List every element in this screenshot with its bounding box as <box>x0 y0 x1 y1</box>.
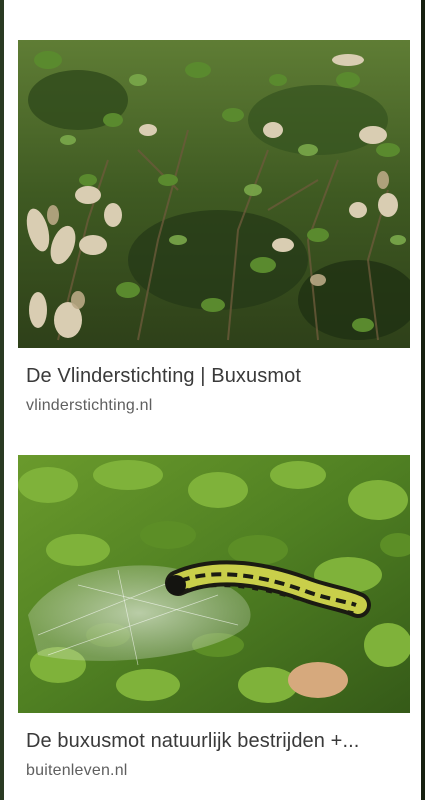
right-edge <box>421 0 425 800</box>
result-title[interactable]: De Vlinderstichting | Buxusmot <box>26 364 406 388</box>
caterpillar-image[interactable] <box>18 455 410 713</box>
image-results-page: De Vlinderstichting | Buxusmot vlinderst… <box>0 0 425 800</box>
damaged-boxwood-image[interactable] <box>18 40 410 348</box>
caterpillar-illustration <box>18 455 410 713</box>
result-title[interactable]: De buxusmot natuurlijk bestrijden +... <box>26 729 406 753</box>
result-source[interactable]: buitenleven.nl <box>26 761 410 781</box>
result-card-vlinderstichting[interactable]: De Vlinderstichting | Buxusmot vlinderst… <box>18 40 410 416</box>
left-edge <box>0 0 4 800</box>
result-source[interactable]: vlinderstichting.nl <box>26 396 410 416</box>
damaged-boxwood-illustration <box>18 40 410 348</box>
result-card-buitenleven[interactable]: De buxusmot natuurlijk bestrijden +... b… <box>18 455 410 781</box>
